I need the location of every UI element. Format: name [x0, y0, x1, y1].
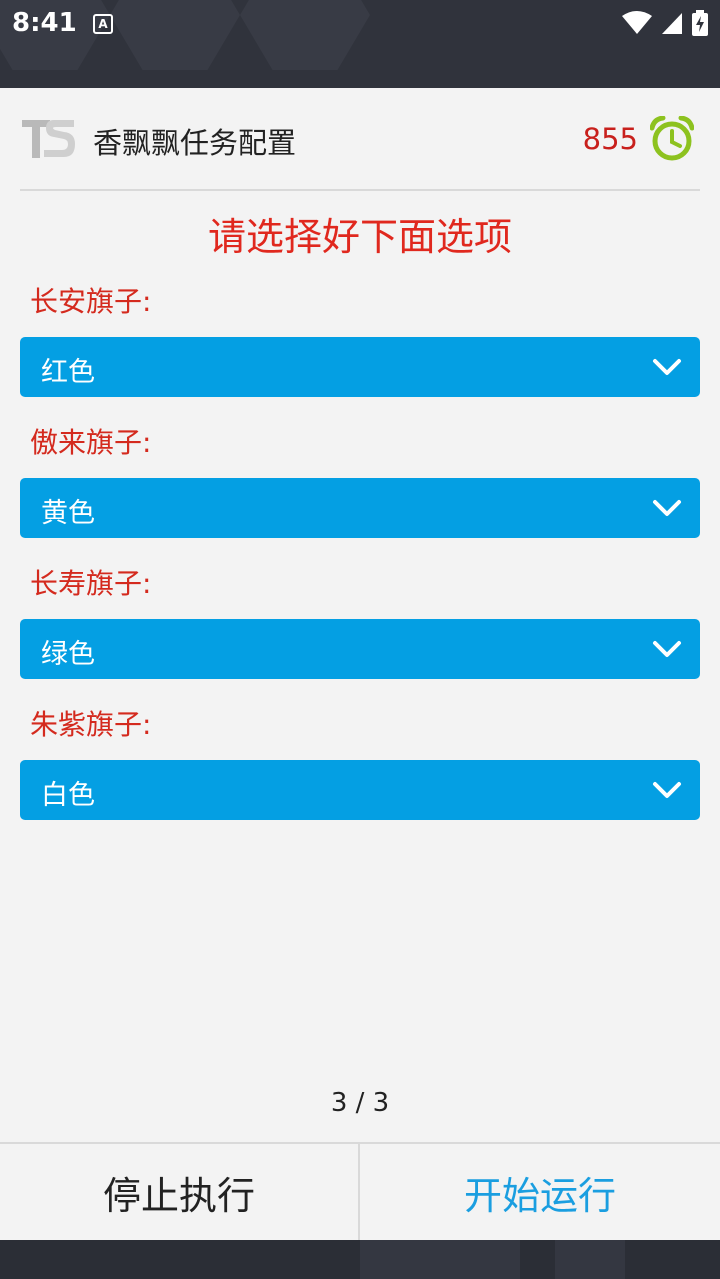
countdown-counter: 855 [582, 122, 638, 156]
select-aolai-flag[interactable]: 黄色 [20, 478, 700, 538]
chevron-down-icon [653, 782, 681, 798]
select-value: 白色 [41, 780, 95, 811]
status-bar: 8:41 A [0, 0, 720, 88]
ts-logo-icon [22, 120, 75, 158]
select-changshou-flag[interactable]: 绿色 [20, 619, 700, 679]
stop-button[interactable]: 停止执行 [0, 1144, 360, 1240]
header-divider [20, 189, 700, 191]
page-indicator: 3 / 3 [330, 1088, 390, 1118]
app-title: 香飘飘任务配置 [93, 126, 297, 160]
cell-signal-icon [662, 13, 682, 34]
status-time: 8:41 [12, 8, 77, 38]
nav-bar-decoration [555, 1240, 625, 1279]
field-label-changan: 长安旗子: [30, 285, 152, 318]
select-value: 红色 [41, 357, 95, 388]
config-panel: 香飘飘任务配置 855 请选择好下面选项 长安旗子: 红色 傲来旗子: 黄色 长… [0, 88, 720, 1240]
status-bar-decoration [110, 0, 240, 70]
field-label-changshou: 长寿旗子: [30, 567, 152, 600]
nav-bar-decoration [360, 1240, 520, 1279]
field-label-aolai: 傲来旗子: [30, 426, 152, 459]
notification-a-icon: A [93, 14, 113, 34]
wifi-icon [622, 11, 652, 34]
battery-charging-icon [692, 10, 708, 36]
select-value: 黄色 [41, 498, 95, 529]
alarm-clock-icon[interactable] [650, 116, 694, 162]
chevron-down-icon [653, 500, 681, 516]
chevron-down-icon [653, 359, 681, 375]
navigation-bar [0, 1240, 720, 1279]
form-headline: 请选择好下面选项 [207, 215, 512, 259]
select-zhuzi-flag[interactable]: 白色 [20, 760, 700, 820]
action-bar: 停止执行 开始运行 [0, 1142, 720, 1240]
select-changan-flag[interactable]: 红色 [20, 337, 700, 397]
chevron-down-icon [653, 641, 681, 657]
status-icons [622, 10, 708, 36]
field-label-zhuzi: 朱紫旗子: [30, 708, 152, 741]
status-bar-decoration [240, 0, 370, 70]
select-value: 绿色 [41, 639, 95, 670]
app-header: 香飘飘任务配置 855 [0, 88, 720, 190]
start-button[interactable]: 开始运行 [360, 1144, 720, 1240]
